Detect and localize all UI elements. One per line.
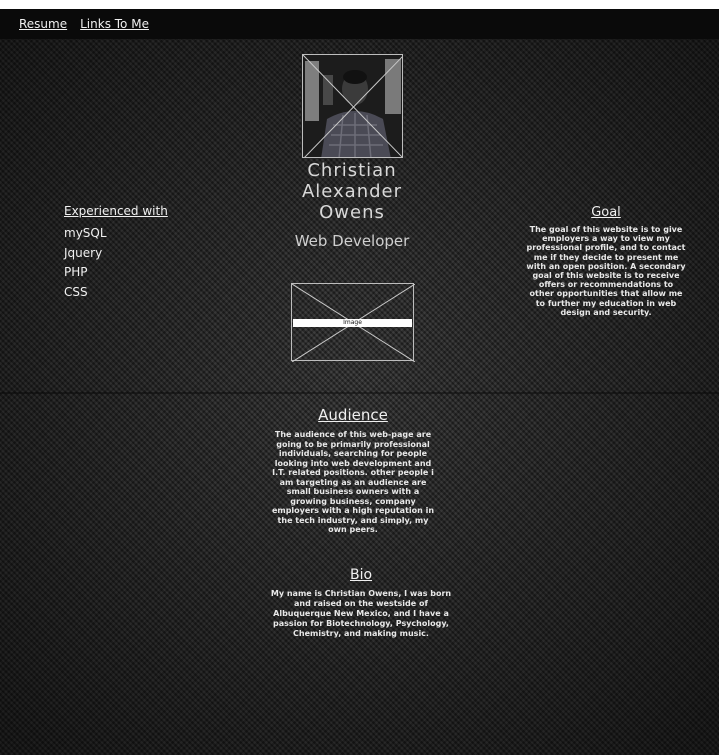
audience-heading: Audience <box>318 406 388 424</box>
goal-text: The goal of this website is to give empl… <box>526 225 686 317</box>
top-band <box>0 0 719 9</box>
name-line-first: Christian <box>307 160 397 181</box>
person-name: Christian Alexander Owens <box>262 160 442 223</box>
bio-heading: Bio <box>349 567 373 583</box>
job-title: Web Developer <box>294 232 410 250</box>
bio-section: Bio My name is Christian Owens, I was bo… <box>266 567 456 639</box>
nav-link-links-to-me[interactable]: Links To Me <box>80 17 149 31</box>
experience-item: CSS <box>64 284 88 299</box>
name-line-middle: Alexander <box>301 181 403 202</box>
experience-item: PHP <box>64 265 88 279</box>
bio-text: My name is Christian Owens, I was born a… <box>270 589 452 638</box>
profile-photo <box>302 54 403 158</box>
image-placeholder-label: Image <box>293 319 412 327</box>
experience-heading: Experienced with <box>64 204 168 218</box>
image-placeholder: Image <box>291 283 415 362</box>
name-line-last: Owens <box>319 202 385 223</box>
experience-item: Jquery <box>64 245 103 260</box>
goal-heading: Goal <box>591 205 621 220</box>
experience-section: Experienced with mySQL Jquery PHP CSS <box>64 204 168 302</box>
experience-item: mySQL <box>64 226 107 240</box>
audience-text-scroll[interactable]: The audience of this web-page are going … <box>268 430 438 544</box>
section-divider <box>0 392 719 394</box>
goal-section: Goal The goal of this website is to give… <box>526 205 686 317</box>
experience-list: mySQL Jquery PHP CSS <box>64 224 168 302</box>
top-nav: Resume Links To Me <box>0 9 719 39</box>
nav-link-resume[interactable]: Resume <box>19 17 67 31</box>
audience-section: Audience The audience of this web-page a… <box>268 406 438 544</box>
audience-text: The audience of this web-page are going … <box>271 430 435 534</box>
